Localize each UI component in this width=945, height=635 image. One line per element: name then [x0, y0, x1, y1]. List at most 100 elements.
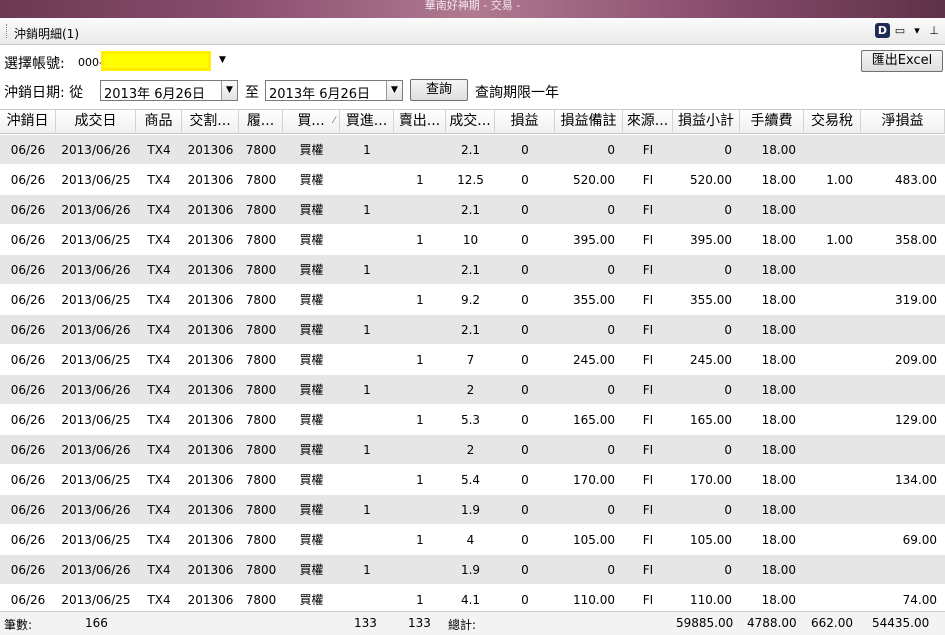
cell-pl: 0 [521, 143, 529, 157]
cell-pl-note: 245.00 [573, 353, 615, 367]
cell-delivery-month: 201306 [187, 203, 234, 217]
chevron-down-icon[interactable]: ▼ [219, 55, 226, 65]
cell-trade-date: 2013/06/26 [61, 503, 131, 517]
cell-trade-date: 2013/06/25 [61, 293, 131, 307]
calendar-dropdown-icon[interactable]: ▼ [221, 81, 237, 100]
column-header-sell-qty[interactable]: 賣出... [394, 110, 446, 134]
d-app-icon[interactable]: D [875, 23, 890, 38]
cell-tax: 1.00 [826, 233, 853, 247]
grid-footer-totals: 筆數: 166 133 133 總計: 59885.00 4788.00 662… [0, 611, 945, 635]
cell-settle-date: 06/26 [10, 263, 46, 277]
column-header-label: 沖銷日 [6, 113, 49, 129]
export-excel-button[interactable]: 匯出Excel [861, 50, 943, 72]
cell-tax [804, 315, 861, 345]
cell-source: FI [642, 143, 654, 157]
column-header-label: 商品 [144, 113, 173, 129]
cell-fee: 18.00 [761, 323, 796, 337]
offset-detail-grid[interactable]: 沖銷日 成交日 商品 交割... 履... 買... ⁄ 買進... 賣出... 成交... 損益 損… [0, 109, 945, 611]
cell-delivery-month: 201306 [187, 173, 234, 187]
calendar-dropdown-icon[interactable]: ▼ [386, 81, 402, 100]
cell-settle-date: 06/26 [10, 173, 46, 187]
table-row[interactable]: 06/26 2013/06/25 TX4 201306 7800 買權 1 5.4 0 170.0… [0, 465, 945, 495]
column-header-buy-qty[interactable]: 買進... [340, 110, 394, 134]
cell-buy-qty: 1 [363, 383, 371, 397]
cell-trade-price: 4.1 [460, 593, 481, 607]
sell-total: 133 [408, 616, 431, 630]
panel-grip[interactable] [6, 24, 8, 38]
cell-buy-qty [340, 225, 394, 255]
table-row[interactable]: 06/26 2013/06/26 TX4 201306 7800 買權 1 1.9 0 0 FI 0 1… [0, 555, 945, 585]
table-row[interactable]: 06/26 2013/06/25 TX4 201306 7800 買權 1 9.2 0 355.0… [0, 285, 945, 315]
cell-buy-qty: 1 [363, 263, 371, 277]
account-select[interactable]: 000- ▼ [74, 51, 230, 72]
column-header-settle-date[interactable]: 沖銷日 [0, 110, 56, 134]
table-row[interactable]: 06/26 2013/06/26 TX4 201306 7800 買權 1 2.1 0 0 FI 0 1… [0, 315, 945, 345]
cell-product: TX4 [147, 503, 171, 517]
cell-pl-subtotal: 0 [724, 143, 732, 157]
cell-tax [804, 405, 861, 435]
cell-fee: 18.00 [761, 293, 796, 307]
cell-net-pl [861, 195, 945, 225]
table-row[interactable]: 06/26 2013/06/26 TX4 201306 7800 買權 1 1.9 0 0 FI 0 1… [0, 495, 945, 525]
cell-source: FI [642, 233, 654, 247]
cell-sell-qty: 1 [416, 473, 424, 487]
table-row[interactable]: 06/26 2013/06/26 TX4 201306 7800 買權 1 2.1 0 0 FI 0 1… [0, 255, 945, 285]
column-header-label: 來源... [626, 113, 669, 129]
table-row[interactable]: 06/26 2013/06/25 TX4 201306 7800 買權 1 5.3 0 165.0… [0, 405, 945, 435]
table-row[interactable]: 06/26 2013/06/26 TX4 201306 7800 買權 1 2 0 0 FI 0 18.… [0, 435, 945, 465]
cell-strike: 7800 [245, 383, 277, 397]
cell-fee: 18.00 [761, 563, 796, 577]
cell-tax [804, 195, 861, 225]
column-header-product[interactable]: 商品 [136, 110, 182, 134]
cell-trade-date: 2013/06/26 [61, 203, 131, 217]
cell-pl: 0 [521, 413, 529, 427]
table-row[interactable]: 06/26 2013/06/25 TX4 201306 7800 買權 1 4 0 105.00 F… [0, 525, 945, 555]
cell-buy-qty: 1 [363, 443, 371, 457]
table-row[interactable]: 06/26 2013/06/26 TX4 201306 7800 買權 1 2.1 0 0 FI 0 1… [0, 135, 945, 165]
column-header-fee[interactable]: 手續費 [740, 110, 804, 134]
column-header-strike[interactable]: 履... [239, 110, 283, 134]
column-header-delivery-month[interactable]: 交割... [182, 110, 239, 134]
column-header-source[interactable]: 來源... [623, 110, 673, 134]
window-icon[interactable]: ▭ [893, 24, 907, 38]
table-row[interactable]: 06/26 2013/06/25 TX4 201306 7800 買權 1 10 0 395.00… [0, 225, 945, 255]
column-header-tax[interactable]: 交易稅 [804, 110, 861, 134]
table-row[interactable]: 06/26 2013/06/26 TX4 201306 7800 買權 1 2.1 0 0 FI 0 1… [0, 195, 945, 225]
fee-total: 4788.00 [747, 616, 797, 630]
column-header-pl[interactable]: 損益 [495, 110, 555, 134]
cell-sell-qty [394, 495, 446, 525]
cell-buy-qty [340, 585, 394, 611]
cell-tax [804, 555, 861, 585]
cell-product: TX4 [147, 533, 171, 547]
table-row[interactable]: 06/26 2013/06/25 TX4 201306 7800 買權 1 4.1 0 110.0… [0, 585, 945, 611]
date-to-picker[interactable]: 2013年 6月26日 ▼ [265, 80, 403, 102]
dropdown-icon[interactable]: ▾ [910, 24, 924, 38]
table-row[interactable]: 06/26 2013/06/25 TX4 201306 7800 買權 1 12.5 0 520.… [0, 165, 945, 195]
cell-buy-qty [340, 165, 394, 195]
cell-delivery-month: 201306 [187, 263, 234, 277]
cell-pl-note: 0 [607, 443, 615, 457]
column-header-call-put[interactable]: 買... ⁄ [283, 110, 340, 134]
cell-trade-price: 5.4 [460, 473, 481, 487]
column-header-label: 交易稅 [811, 113, 853, 129]
table-row[interactable]: 06/26 2013/06/25 TX4 201306 7800 買權 1 7 0 245.00 F… [0, 345, 945, 375]
column-header-net-pl[interactable]: 淨損益 [861, 110, 945, 134]
cell-call-put: 買權 [299, 173, 324, 187]
column-header-trade-price[interactable]: 成交... [446, 110, 495, 134]
column-header-trade-date[interactable]: 成交日 [56, 110, 136, 134]
query-button[interactable]: 查詢 [410, 79, 468, 101]
cell-settle-date: 06/26 [10, 503, 46, 517]
cell-sell-qty [394, 375, 446, 405]
cell-sell-qty: 1 [416, 293, 424, 307]
cell-sell-qty [394, 195, 446, 225]
column-header-pl-subtotal[interactable]: 損益小計 [673, 110, 740, 134]
cell-call-put: 買權 [299, 473, 324, 487]
cell-pl-subtotal: 355.00 [690, 293, 732, 307]
column-header-pl-note[interactable]: 損益備註 [555, 110, 623, 134]
date-from-picker[interactable]: 2013年 6月26日 ▼ [100, 80, 238, 102]
cell-delivery-month: 201306 [187, 353, 234, 367]
pin-icon[interactable]: ⊥ [927, 24, 941, 38]
table-row[interactable]: 06/26 2013/06/26 TX4 201306 7800 買權 1 2 0 0 FI 0 18.… [0, 375, 945, 405]
column-header-label: 淨損益 [881, 113, 924, 129]
cell-tax [804, 435, 861, 465]
